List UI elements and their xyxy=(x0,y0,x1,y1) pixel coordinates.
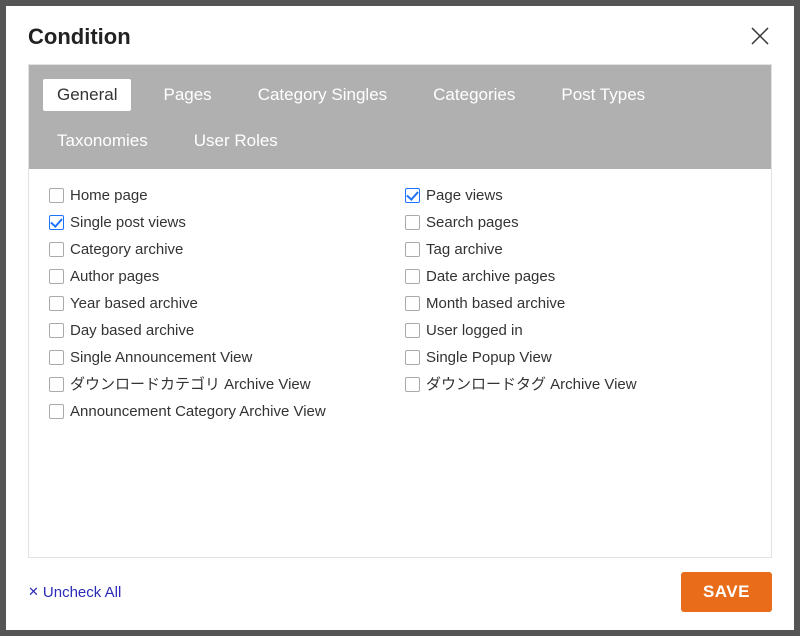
checkbox[interactable] xyxy=(49,188,64,203)
close-button[interactable] xyxy=(748,24,772,48)
checkbox-label: Single Popup View xyxy=(426,347,552,368)
checkbox-row[interactable]: ダウンロードカテゴリ Archive View xyxy=(49,374,395,395)
checkbox-label: Announcement Category Archive View xyxy=(70,401,326,422)
checkbox-row[interactable]: Home page xyxy=(49,185,395,206)
tab-body: Home page Single post views Category archi… xyxy=(29,169,771,557)
checkbox[interactable] xyxy=(405,377,420,392)
checkbox-label: Year based archive xyxy=(70,293,198,314)
checkbox-label: Date archive pages xyxy=(426,266,555,287)
checkbox[interactable] xyxy=(49,377,64,392)
checkbox-row[interactable]: Author pages xyxy=(49,266,395,287)
checkbox-label: Day based archive xyxy=(70,320,194,341)
checkbox[interactable] xyxy=(49,296,64,311)
tab-user-roles[interactable]: User Roles xyxy=(180,125,292,157)
x-icon: ✕ xyxy=(28,584,39,600)
checkbox[interactable] xyxy=(405,350,420,365)
tabs: General Pages Category Singles Categories Po… xyxy=(29,65,771,169)
checkbox[interactable] xyxy=(405,242,420,257)
checkbox-label: Tag archive xyxy=(426,239,503,260)
checkbox[interactable] xyxy=(49,215,64,230)
checkbox-row[interactable]: Date archive pages xyxy=(405,266,751,287)
checkbox-label: Home page xyxy=(70,185,148,206)
checkbox[interactable] xyxy=(405,269,420,284)
tab-general[interactable]: General xyxy=(43,79,131,111)
checkbox-row[interactable]: Category archive xyxy=(49,239,395,260)
checkbox-row[interactable]: Tag archive xyxy=(405,239,751,260)
checkbox[interactable] xyxy=(49,269,64,284)
save-button[interactable]: SAVE xyxy=(681,572,772,612)
checkbox-row[interactable]: Search pages xyxy=(405,212,751,233)
close-icon xyxy=(748,24,772,48)
checkbox-row[interactable]: Announcement Category Archive View xyxy=(49,401,395,422)
checkbox-row[interactable]: Day based archive xyxy=(49,320,395,341)
tab-category-singles[interactable]: Category Singles xyxy=(244,79,401,111)
content-wrap: General Pages Category Singles Categories Po… xyxy=(28,64,772,558)
checkbox-label: User logged in xyxy=(426,320,523,341)
tab-post-types[interactable]: Post Types xyxy=(547,79,659,111)
checkbox-label: Single Announcement View xyxy=(70,347,252,368)
footer: ✕ Uncheck All SAVE xyxy=(28,572,772,612)
checkbox[interactable] xyxy=(49,323,64,338)
checkbox-row[interactable]: Single Popup View xyxy=(405,347,751,368)
checkbox-row[interactable]: ダウンロードタグ Archive View xyxy=(405,374,751,395)
checkbox[interactable] xyxy=(405,323,420,338)
checkbox[interactable] xyxy=(405,215,420,230)
checkbox-label: ダウンロードカテゴリ Archive View xyxy=(70,374,311,395)
checkbox-row[interactable]: Month based archive xyxy=(405,293,751,314)
uncheck-all-label: Uncheck All xyxy=(43,584,121,601)
checkbox-label: Search pages xyxy=(426,212,519,233)
checkbox-label: ダウンロードタグ Archive View xyxy=(426,374,637,395)
condition-modal: Condition General Pages Category Singles Ca… xyxy=(6,6,794,630)
checkbox-label: Author pages xyxy=(70,266,159,287)
checkbox-column-left: Home page Single post views Category archi… xyxy=(49,185,395,541)
checkbox[interactable] xyxy=(405,296,420,311)
checkbox[interactable] xyxy=(49,404,64,419)
checkbox[interactable] xyxy=(405,188,420,203)
tab-categories[interactable]: Categories xyxy=(419,79,529,111)
uncheck-all-link[interactable]: ✕ Uncheck All xyxy=(28,584,121,601)
checkbox-label: Month based archive xyxy=(426,293,565,314)
checkbox[interactable] xyxy=(49,242,64,257)
tab-taxonomies[interactable]: Taxonomies xyxy=(43,125,162,157)
tab-pages[interactable]: Pages xyxy=(149,79,225,111)
checkbox[interactable] xyxy=(49,350,64,365)
checkbox-label: Category archive xyxy=(70,239,183,260)
modal-header: Condition xyxy=(28,24,772,50)
checkbox-row[interactable]: User logged in xyxy=(405,320,751,341)
checkbox-column-right: Page views Search pages Tag archive Date ar… xyxy=(405,185,751,541)
modal-title: Condition xyxy=(28,24,131,50)
checkbox-label: Single post views xyxy=(70,212,186,233)
checkbox-row[interactable]: Single post views xyxy=(49,212,395,233)
checkbox-label: Page views xyxy=(426,185,503,206)
checkbox-row[interactable]: Year based archive xyxy=(49,293,395,314)
checkbox-row[interactable]: Single Announcement View xyxy=(49,347,395,368)
checkbox-row[interactable]: Page views xyxy=(405,185,751,206)
